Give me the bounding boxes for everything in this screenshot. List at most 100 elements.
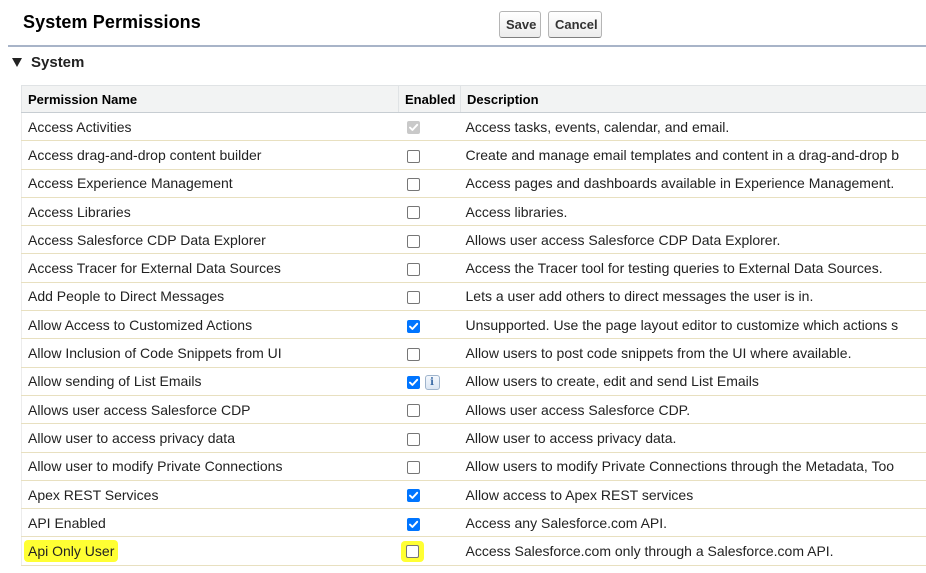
permission-name: Allow Inclusion of Code Snippets from UI [28, 345, 282, 362]
table-row: Api Only User Access Salesforce.com only … [21, 536, 926, 566]
permission-name-cell: Apex REST Services [21, 480, 399, 510]
permission-name: Access Salesforce CDP Data Explorer [28, 231, 266, 248]
page-title: System Permissions [23, 12, 201, 32]
enabled-cell [398, 112, 461, 142]
enabled-cell [398, 338, 461, 368]
enabled-checkbox[interactable] [406, 291, 420, 305]
column-header-description: Description [460, 85, 926, 113]
permission-description: Allows user access Salesforce CDP Data E… [465, 231, 781, 248]
enabled-checkbox[interactable] [406, 517, 420, 531]
table-row: Allow Inclusion of Code Snippets from UI… [21, 338, 926, 368]
enabled-cell [398, 140, 461, 170]
enabled-checkbox[interactable] [406, 234, 420, 248]
title-divider [8, 45, 926, 47]
table-row: Allow user to modify Private Connections… [21, 452, 926, 481]
description-cell: Allow user to access privacy data. [460, 423, 926, 453]
permission-name-cell: Allow user to modify Private Connections [21, 452, 399, 481]
enabled-cell [398, 536, 461, 566]
cancel-button[interactable]: Cancel [548, 11, 602, 38]
permission-name: Access drag-and-drop content builder [28, 146, 262, 163]
table-row: Access Libraries Access libraries. [21, 197, 926, 227]
permission-name: Allow Access to Customized Actions [28, 316, 253, 333]
permission-description: Create and manage email templates and co… [465, 146, 900, 163]
description-cell: Access Salesforce.com only through a Sal… [460, 536, 926, 566]
permission-description: Allow user to access privacy data. [465, 429, 677, 446]
table-row: API Enabled Access any Salesforce.com API… [21, 508, 926, 538]
description-cell: Allow users to post code snippets from t… [460, 338, 926, 368]
enabled-checkbox[interactable] [406, 319, 420, 333]
enabled-checkbox[interactable] [406, 489, 420, 503]
section-title: System [31, 54, 85, 71]
permission-description: Access Salesforce.com only through a Sal… [465, 543, 834, 560]
table-row: Apex REST Services Allow access to Apex R… [21, 480, 926, 510]
column-header-permission-name: Permission Name [21, 85, 399, 113]
table-row: Allow sending of List Emails i Allow users… [21, 367, 926, 396]
enabled-checkbox[interactable] [405, 544, 419, 558]
permission-name: Access Libraries [28, 203, 131, 220]
description-cell: Access libraries. [460, 197, 926, 227]
caret-down-icon [12, 58, 22, 67]
description-cell: Unsupported. Use the page layout editor … [460, 310, 926, 340]
table-header-row: Permission Name Enabled Description [21, 85, 926, 113]
enabled-cell [398, 310, 461, 340]
table-row: Access Experience Management Access pages… [21, 169, 926, 198]
permission-name: Add People to Direct Messages [28, 288, 225, 305]
enabled-checkbox[interactable] [406, 178, 420, 192]
description-cell: Access any Salesforce.com API. [460, 508, 926, 538]
description-cell: Create and manage email templates and co… [460, 140, 926, 170]
permission-description: Access tasks, events, calendar, and emai… [465, 118, 730, 135]
enabled-cell [398, 197, 461, 227]
permission-description: Allows user access Salesforce CDP. [465, 401, 691, 418]
permission-name-cell: Allow Access to Customized Actions [21, 310, 399, 340]
permission-name-cell: Add People to Direct Messages [21, 282, 399, 312]
table-row: Add People to Direct Messages Lets a user… [21, 282, 926, 312]
enabled-checkbox[interactable] [406, 149, 420, 163]
permission-name-cell: Allows user access Salesforce CDP [21, 395, 399, 425]
enabled-checkbox[interactable] [406, 375, 420, 389]
permission-name-cell: Api Only User [21, 536, 399, 566]
permission-name: Allows user access Salesforce CDP [28, 401, 251, 418]
permission-description: Allow users to post code snippets from t… [465, 345, 852, 362]
permission-name: Allow sending of List Emails [28, 373, 202, 390]
description-cell: Allow users to modify Private Connection… [460, 452, 926, 481]
enabled-checkbox[interactable] [406, 461, 420, 474]
enabled-checkbox[interactable] [406, 262, 420, 276]
permission-name-cell: Access Activities [21, 112, 399, 142]
section-toggle-system[interactable]: System [12, 54, 84, 71]
permission-description: Allow users to modify Private Connection… [465, 458, 895, 475]
enabled-cell [398, 282, 461, 312]
enabled-checkbox[interactable] [406, 404, 420, 418]
description-cell: Allows user access Salesforce CDP Data E… [460, 225, 926, 255]
permission-description: Access the Tracer tool for testing queri… [465, 260, 883, 277]
enabled-cell [398, 452, 461, 481]
permissions-table-body: Access Activities Access tasks, events, c… [21, 112, 926, 566]
permission-description: Access pages and dashboards available in… [465, 175, 895, 192]
enabled-checkbox[interactable] [406, 347, 420, 361]
table-row: Access drag-and-drop content builder Crea… [21, 140, 926, 170]
permissions-table: Permission Name Enabled Description Acce… [21, 85, 926, 566]
enabled-checkbox[interactable] [406, 432, 420, 446]
table-row: Access Activities Access tasks, events, c… [21, 112, 926, 142]
permission-name-cell: Allow user to access privacy data [21, 423, 399, 453]
permission-name-cell: Allow Inclusion of Code Snippets from UI [21, 338, 399, 368]
permission-description: Allow access to Apex REST services [465, 486, 694, 503]
table-row: Allow user to access privacy data Allow u… [21, 423, 926, 453]
enabled-cell [398, 253, 461, 283]
permission-name: Access Activities [28, 118, 132, 135]
enabled-cell [398, 423, 461, 453]
enabled-checkbox[interactable] [406, 206, 420, 220]
description-cell: Lets a user add others to direct message… [460, 282, 926, 312]
permission-name-cell: Access Libraries [21, 197, 399, 227]
permission-name-cell: Access drag-and-drop content builder [21, 140, 399, 170]
enabled-cell [398, 480, 461, 510]
permission-name: Allow user to access privacy data [28, 429, 235, 446]
permission-name-cell: API Enabled [21, 508, 399, 538]
info-icon[interactable]: i [424, 374, 440, 390]
permission-name-cell: Access Experience Management [21, 169, 399, 198]
permission-name: Apex REST Services [28, 486, 159, 503]
enabled-cell [398, 169, 461, 198]
enabled-cell [398, 225, 461, 255]
save-button[interactable]: Save [499, 11, 541, 38]
table-row: Access Salesforce CDP Data Explorer Allow… [21, 225, 926, 255]
permission-description: Lets a user add others to direct message… [465, 288, 814, 305]
